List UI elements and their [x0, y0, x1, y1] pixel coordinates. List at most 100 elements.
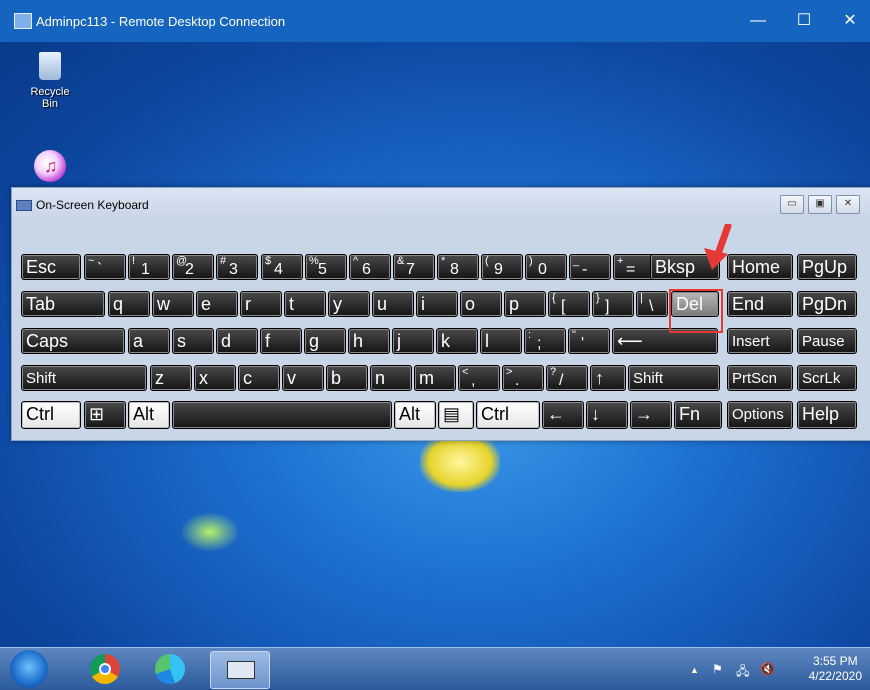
key-tab[interactable]: Tab [21, 291, 105, 317]
key-insert[interactable]: Insert [727, 328, 793, 354]
key-space[interactable] [172, 401, 392, 429]
flag-icon[interactable]: ⚑ [712, 662, 723, 676]
key-ralt[interactable]: Alt [394, 401, 436, 429]
key-label: ↓ [591, 404, 600, 424]
key-v[interactable]: v [282, 365, 324, 391]
key-tilde[interactable]: ~ ` [84, 254, 126, 280]
key-up[interactable]: ↑ [590, 365, 626, 391]
key-a[interactable]: a [128, 328, 170, 354]
wallpaper-logo [420, 432, 500, 492]
recycle-bin-shortcut[interactable]: Recycle Bin [22, 52, 78, 110]
minimize-button[interactable]: — [738, 8, 778, 34]
show-hidden-icons-button[interactable]: ▲ [690, 665, 699, 675]
key-s[interactable]: s [172, 328, 214, 354]
key-1[interactable]: ! 1 [128, 254, 170, 280]
edge-icon[interactable] [155, 654, 185, 684]
key-quote[interactable]: " ' [568, 328, 610, 354]
key-prtscn[interactable]: PrtScn [727, 365, 793, 391]
key-rctrl[interactable]: Ctrl [476, 401, 540, 429]
key-lshift[interactable]: Shift [21, 365, 147, 391]
key-lctrl[interactable]: Ctrl [21, 401, 81, 429]
osk-title: On-Screen Keyboard [36, 198, 149, 212]
key-period[interactable]: >. [502, 365, 544, 391]
key-win[interactable]: ⊞ [84, 401, 126, 429]
key-caps[interactable]: Caps [21, 328, 125, 354]
key-comma[interactable]: <, [458, 365, 500, 391]
volume-muted-icon[interactable]: 🔇 [760, 662, 775, 676]
key-pgdn[interactable]: PgDn [797, 291, 857, 317]
key-r[interactable]: r [240, 291, 282, 317]
key-p[interactable]: p [504, 291, 546, 317]
key-n[interactable]: n [370, 365, 412, 391]
key-m[interactable]: m [414, 365, 456, 391]
key-pgup[interactable]: PgUp [797, 254, 857, 280]
key-2[interactable]: @2 [172, 254, 214, 280]
key-pause[interactable]: Pause [797, 328, 857, 354]
key-y[interactable]: y [328, 291, 370, 317]
key-o[interactable]: o [460, 291, 502, 317]
key-7[interactable]: & 7 [393, 254, 435, 280]
key-label: j [397, 331, 401, 351]
key-menu[interactable]: ▤ [438, 401, 474, 429]
key-shift-label: _ [573, 255, 580, 267]
key-options[interactable]: Options [727, 401, 793, 429]
recycle-bin-icon [39, 52, 61, 80]
maximize-button[interactable]: ☐ [784, 8, 824, 34]
window-title: Adminpc113 - Remote Desktop Connection [36, 14, 286, 29]
osk-maximize-button[interactable]: ▣ [808, 195, 832, 214]
start-button[interactable] [10, 650, 48, 688]
key-8[interactable]: * 8 [437, 254, 479, 280]
key-f[interactable]: f [260, 328, 302, 354]
key-l[interactable]: l [480, 328, 522, 354]
key-label: ⊞ [89, 404, 105, 424]
key-6[interactable]: ^ 6 [349, 254, 391, 280]
key-j[interactable]: j [392, 328, 434, 354]
key-9[interactable]: (9 [481, 254, 523, 280]
key-rbracket[interactable]: }] [592, 291, 634, 317]
key-right[interactable]: → [630, 401, 672, 429]
key-lalt[interactable]: Alt [128, 401, 170, 429]
key-w[interactable]: w [152, 291, 194, 317]
key-equals[interactable]: + = [613, 254, 655, 280]
key-down[interactable]: ↓ [586, 401, 628, 429]
close-button[interactable]: ✕ [830, 8, 870, 34]
key-scrlk[interactable]: ScrLk [797, 365, 857, 391]
key-k[interactable]: k [436, 328, 478, 354]
key-g[interactable]: g [304, 328, 346, 354]
key-z[interactable]: z [150, 365, 192, 391]
key-minus[interactable]: _ - [569, 254, 611, 280]
key-x[interactable]: x [194, 365, 236, 391]
key-0[interactable]: ) 0 [525, 254, 567, 280]
key-shift-label: * [441, 255, 446, 267]
key-e[interactable]: e [196, 291, 238, 317]
key-q[interactable]: q [108, 291, 150, 317]
key-lbracket[interactable]: {[ [548, 291, 590, 317]
key-semicolon[interactable]: :; [524, 328, 566, 354]
key-u[interactable]: u [372, 291, 414, 317]
key-t[interactable]: t [284, 291, 326, 317]
key-b[interactable]: b [326, 365, 368, 391]
key-label: Help [802, 404, 840, 424]
key-help[interactable]: Help [797, 401, 857, 429]
key-fn[interactable]: Fn [674, 401, 722, 429]
osk-close-button[interactable]: ✕ [836, 195, 860, 214]
key-h[interactable]: h [348, 328, 390, 354]
key-4[interactable]: $4 [261, 254, 303, 280]
key-i[interactable]: i [416, 291, 458, 317]
itunes-icon[interactable]: ♫ [34, 150, 66, 182]
network-icon[interactable]: 🖧 [736, 662, 749, 683]
key-slash[interactable]: ? / [546, 365, 588, 391]
key-end[interactable]: End [727, 291, 793, 317]
key-c[interactable]: c [238, 365, 280, 391]
chrome-icon[interactable] [90, 654, 120, 684]
key-backslash[interactable]: | \ [636, 291, 668, 317]
key-left[interactable]: ← [542, 401, 584, 429]
clock[interactable]: 3:55 PM 4/22/2020 [809, 654, 862, 684]
key-rshift[interactable]: Shift [628, 365, 720, 391]
osk-minimize-button[interactable]: ▭ [780, 195, 804, 214]
key-3[interactable]: #3 [216, 254, 258, 280]
key-5[interactable]: % 5 [305, 254, 347, 280]
key-esc[interactable]: Esc [21, 254, 81, 280]
key-d[interactable]: d [216, 328, 258, 354]
osk-taskbar-button[interactable] [210, 651, 270, 689]
